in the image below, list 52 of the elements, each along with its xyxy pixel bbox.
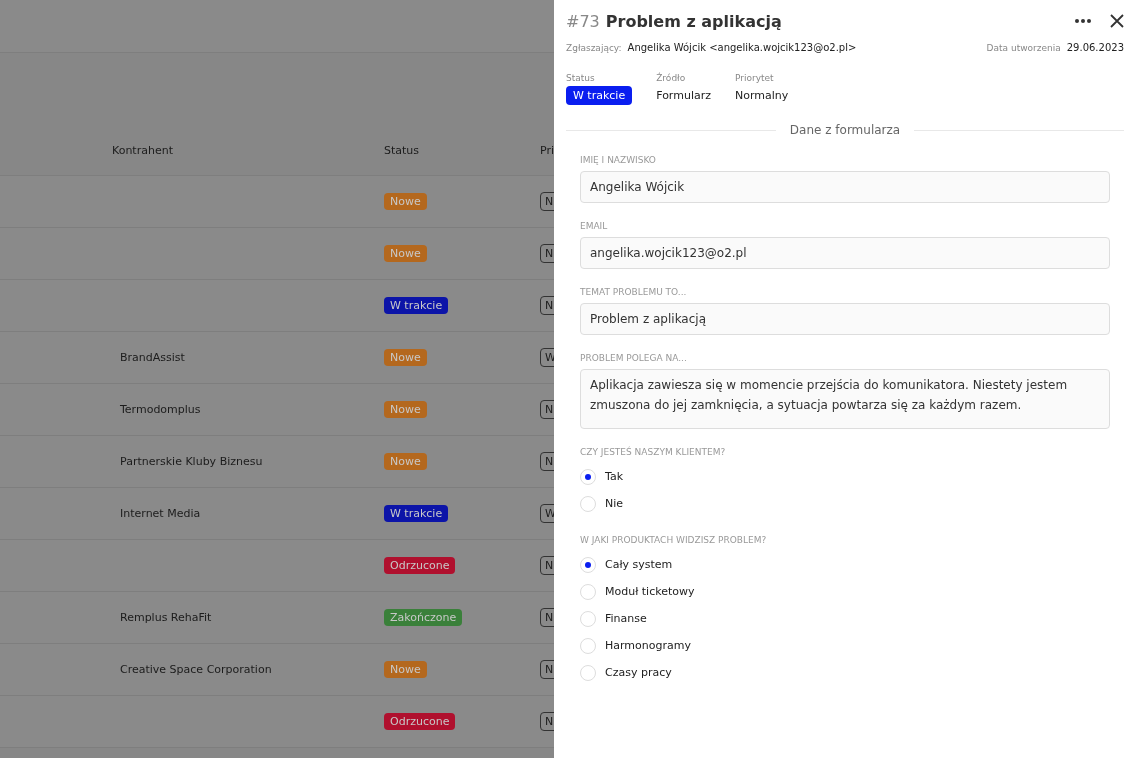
field-label: W JAKI PRODUKTACH WIDZISZ PROBLEM?: [580, 535, 768, 545]
text-area[interactable]: Aplikacja zawiesza się w momencie przejścia do komunikatora. Niestety jestem zmuszona do jej zamknięcia, a sytuacja powtarza się za każdym razem.: [580, 369, 1110, 429]
contractor-cell-text: Partnerskie Kluby Biznesu: [120, 455, 264, 468]
section-title: Dane z formularza: [789, 123, 901, 137]
column-header: Kontrahent: [112, 144, 174, 157]
contractor-cell-text: Internet Media: [120, 507, 202, 520]
meta-label: Status: [566, 73, 596, 83]
contractor-cell-text: BrandAssist: [120, 351, 186, 364]
column-header: Status: [384, 144, 421, 157]
more-icon[interactable]: [1074, 18, 1092, 24]
ticket-number: #73: [566, 11, 600, 31]
contractor-cell-text: Termodomplus: [120, 403, 202, 416]
contractor-cell-text: Remplus RehaFit: [120, 611, 213, 624]
column-header: Pri: [540, 144, 556, 157]
status-badge: Odrzucone: [384, 557, 456, 574]
option-label: Tak: [605, 470, 623, 483]
option-label: Finanse: [605, 612, 647, 625]
created-label: Data utworzenia: [986, 42, 1061, 53]
field-label: CZY JESTEŚ NASZYM KLIENTEM?: [580, 447, 727, 457]
option-label: Czasy pracy: [605, 666, 672, 679]
meta-value: Normalny: [735, 88, 789, 104]
reporter-value: Angelika Wójcik <angelika.wojcik123@o2.pl>: [627, 42, 857, 53]
input-field[interactable]: Problem z aplikacją: [580, 303, 1110, 335]
status-badge: Nowe: [384, 193, 427, 210]
status-badge: Nowe: [384, 661, 427, 678]
option-label: Harmonogramy: [605, 639, 691, 652]
field-label: EMAIL: [580, 221, 609, 231]
field-label: IMIĘ I NAZWISKO: [580, 155, 657, 165]
status-badge: Odrzucone: [384, 713, 456, 730]
meta-label: Źródło: [656, 73, 687, 83]
status-badge: Zakończone: [384, 609, 463, 626]
created-value: 29.06.2023: [1066, 42, 1124, 53]
option-label: Nie: [605, 497, 624, 510]
status-badge: Nowe: [384, 453, 427, 470]
meta-value: Formularz: [656, 88, 711, 104]
status-badge: Nowe: [384, 245, 427, 262]
ticket-title: Problem z aplikacją: [605, 11, 782, 31]
meta-label: Priorytet: [735, 73, 775, 83]
close-icon[interactable]: [1110, 14, 1124, 28]
input-field[interactable]: Angelika Wójcik: [580, 171, 1110, 203]
status-badge: Nowe: [384, 349, 427, 366]
contractor-cell-text: Creative Space Corporation: [120, 663, 273, 676]
input-field[interactable]: angelika.wojcik123@o2.pl: [580, 237, 1110, 269]
option-label: Cały system: [605, 558, 673, 571]
status-badge: W trakcie: [384, 297, 449, 314]
status-badge: W trakcie: [566, 86, 633, 105]
option-label: Moduł ticketowy: [605, 585, 695, 598]
field-label: TEMAT PROBLEMU TO...: [580, 287, 688, 297]
field-label: PROBLEM POLEGA NA...: [580, 353, 688, 363]
status-badge: W trakcie: [384, 505, 449, 522]
reporter-label: Zgłaszający:: [566, 42, 622, 53]
status-badge: Nowe: [384, 401, 427, 418]
